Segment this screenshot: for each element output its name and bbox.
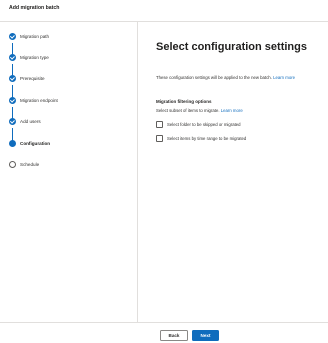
checkmark-icon bbox=[9, 33, 16, 40]
wizard-steps: Migration path Migration type Prerequisi… bbox=[0, 22, 138, 322]
checkbox-time-range[interactable]: Select items by time range to be migrate… bbox=[156, 135, 316, 144]
section-subtitle: Select subset of items to migrate. bbox=[156, 108, 220, 113]
learn-more-link[interactable]: Learn more bbox=[221, 108, 243, 113]
checkbox-label: Select folder to be skipped or migrated bbox=[167, 122, 241, 127]
step-migration-endpoint[interactable]: Migration endpoint bbox=[0, 97, 130, 109]
current-step-icon bbox=[9, 140, 16, 147]
checkmark-icon bbox=[9, 118, 16, 125]
checkbox[interactable] bbox=[156, 121, 163, 128]
next-button[interactable]: Next bbox=[192, 330, 219, 341]
section-subtitle-text: Select subset of items to migrate. Learn… bbox=[156, 108, 243, 113]
step-label: Migration path bbox=[20, 33, 50, 39]
description: These configuration settings will be app… bbox=[156, 75, 272, 80]
section-title: Migration filtering options bbox=[156, 99, 212, 104]
step-label: Configuration bbox=[20, 140, 51, 146]
pending-step-icon bbox=[9, 161, 16, 168]
description-text: These configuration settings will be app… bbox=[156, 75, 295, 80]
checkmark-icon bbox=[9, 54, 16, 61]
checkmark-icon bbox=[9, 75, 16, 82]
step-label: Prerequisite bbox=[20, 75, 45, 81]
checkbox[interactable] bbox=[156, 135, 163, 142]
checkbox-label: Select items by time range to be migrate… bbox=[167, 136, 247, 141]
step-add-users[interactable]: Add users bbox=[0, 118, 130, 130]
step-label: Migration type bbox=[20, 54, 49, 60]
checkmark-icon bbox=[9, 97, 16, 104]
step-label: Schedule bbox=[20, 161, 40, 167]
step-prerequisite[interactable]: Prerequisite bbox=[0, 75, 130, 87]
step-label: Add users bbox=[20, 118, 41, 124]
panel-header: Add migration batch bbox=[0, 0, 328, 22]
step-migration-type[interactable]: Migration type bbox=[0, 54, 130, 66]
checkbox-skip-folder[interactable]: Select folder to be skipped or migrated bbox=[156, 121, 316, 130]
back-button[interactable]: Back bbox=[160, 330, 188, 341]
step-configuration[interactable]: Configuration bbox=[0, 140, 130, 152]
page-title: Select configuration settings bbox=[156, 41, 307, 53]
learn-more-link[interactable]: Learn more bbox=[273, 75, 295, 80]
step-schedule[interactable]: Schedule bbox=[0, 161, 130, 173]
step-label: Migration endpoint bbox=[20, 97, 58, 103]
wizard-footer: Back Next bbox=[0, 322, 328, 343]
step-migration-path[interactable]: Migration path bbox=[0, 33, 130, 45]
panel-title: Add migration batch bbox=[9, 5, 60, 11]
